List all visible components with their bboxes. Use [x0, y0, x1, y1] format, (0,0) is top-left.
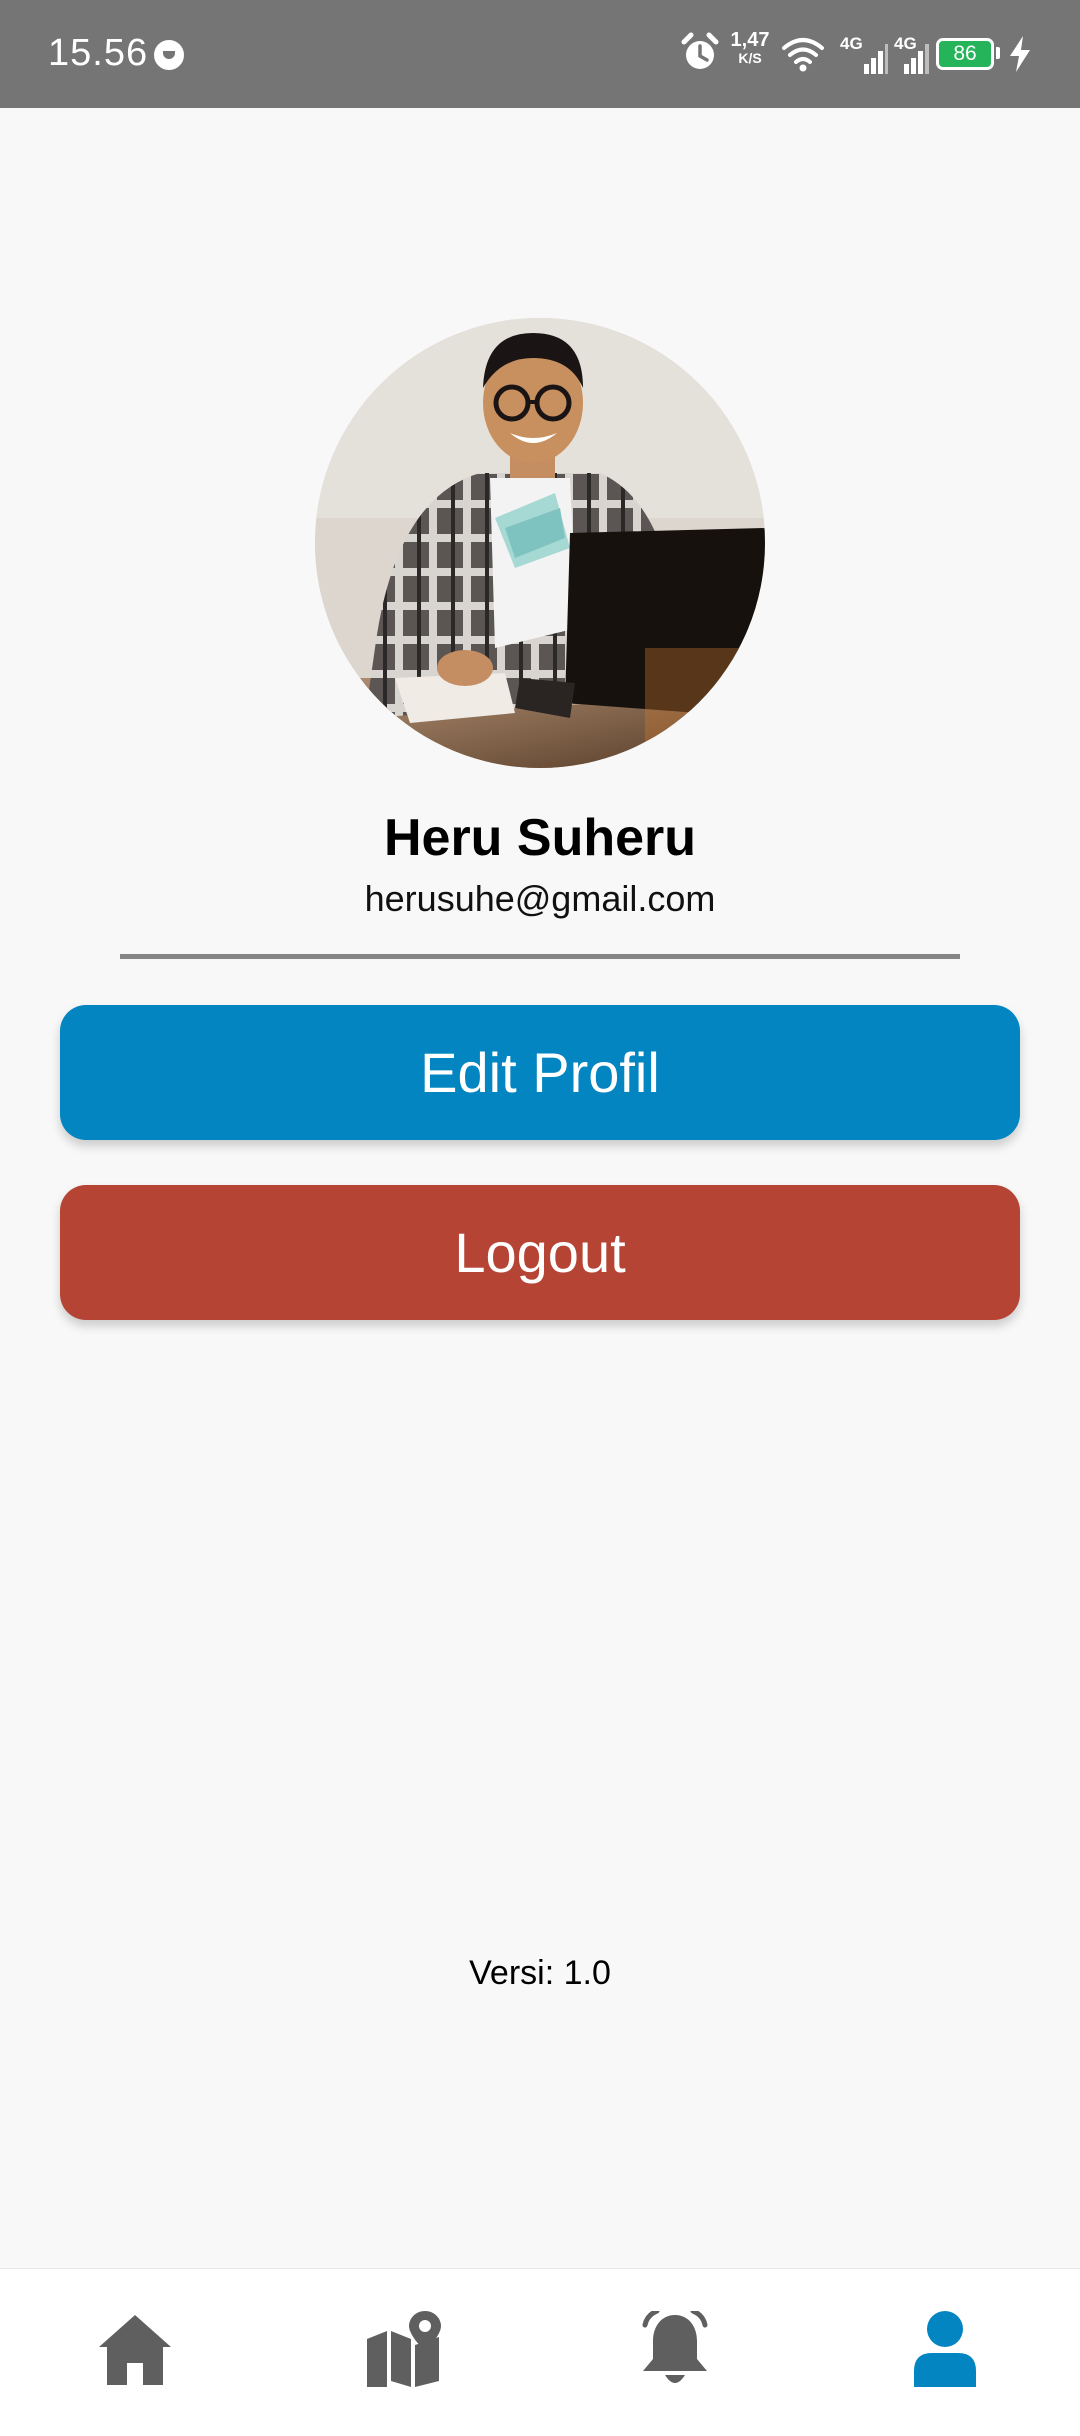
signal-icon-2: [904, 44, 929, 74]
user-icon: [914, 2311, 976, 2387]
network-speed: 1,47 K/S: [730, 30, 770, 66]
profile-avatar[interactable]: [315, 318, 765, 768]
logout-button[interactable]: Logout: [60, 1185, 1020, 1320]
profile-email: herusuhe@gmail.com: [364, 878, 716, 919]
avatar-photo: [315, 318, 765, 768]
speed-value: 1,47: [730, 29, 770, 51]
map-icon: [367, 2311, 441, 2387]
signal-icon: [864, 44, 888, 74]
divider: [120, 954, 960, 959]
home-icon: [99, 2315, 171, 2385]
notification-face-icon: [154, 40, 184, 70]
speed-unit: K/S: [738, 50, 762, 66]
battery-tip: [996, 47, 1000, 59]
edit-profile-button[interactable]: Edit Profil: [60, 1005, 1020, 1140]
profile-name: Heru Suheru: [383, 809, 697, 867]
nav-profile[interactable]: [885, 2299, 1005, 2399]
bell-icon: [642, 2311, 708, 2383]
status-bar: 15.56 1,47 K/S 4G 4G 86: [0, 0, 1080, 108]
nav-home[interactable]: [75, 2299, 195, 2399]
status-icons: 1,47 K/S 4G 4G 86: [630, 30, 1050, 80]
charging-icon: [1010, 36, 1030, 72]
app-version: Versi: 1.0: [469, 1954, 611, 1992]
battery-indicator: 86: [936, 38, 994, 70]
nav-notifications[interactable]: [615, 2299, 735, 2399]
status-time: 15.56: [48, 32, 149, 74]
bottom-navigation: [0, 2268, 1080, 2436]
wifi-icon: [782, 38, 824, 72]
alarm-icon: [681, 32, 719, 69]
nav-map[interactable]: [345, 2299, 465, 2399]
